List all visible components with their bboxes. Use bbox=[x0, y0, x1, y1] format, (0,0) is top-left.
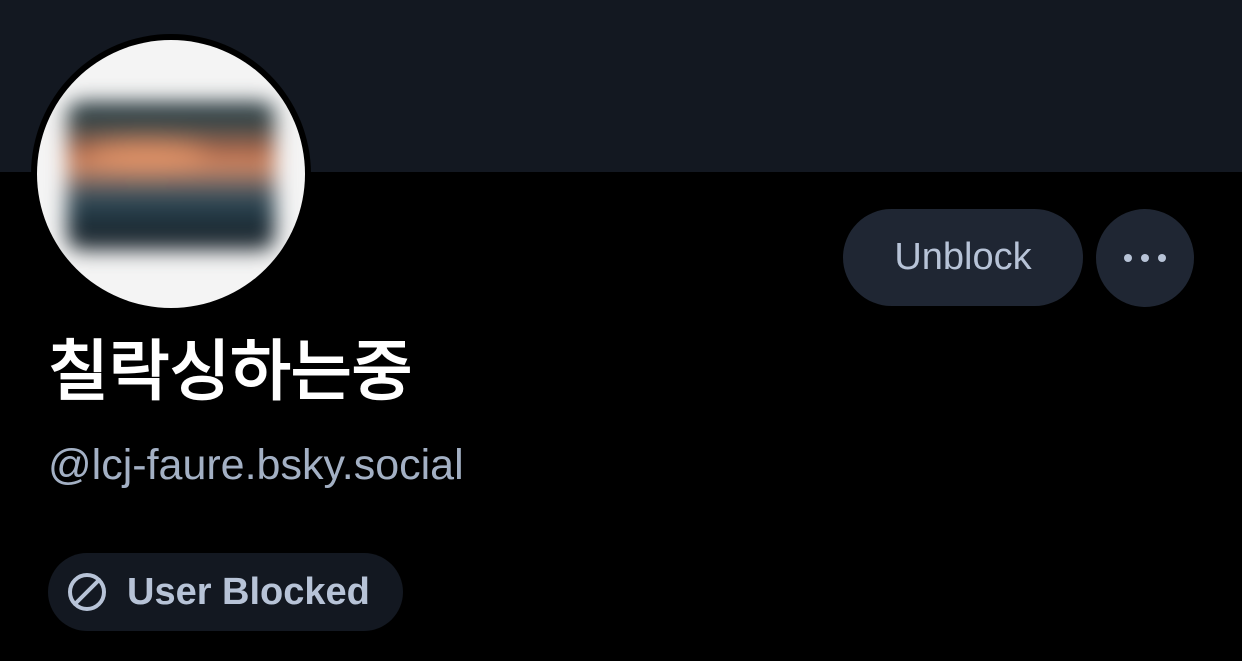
user-blocked-badge: User Blocked bbox=[48, 553, 403, 631]
unblock-button[interactable]: Unblock bbox=[843, 209, 1083, 306]
blocked-label: User Blocked bbox=[127, 570, 370, 613]
blocked-icon bbox=[66, 571, 108, 613]
ellipsis-icon bbox=[1124, 254, 1166, 262]
avatar[interactable] bbox=[37, 40, 305, 308]
avatar-blurred-image bbox=[67, 102, 275, 250]
more-options-button[interactable] bbox=[1096, 209, 1194, 307]
user-handle: @lcj-faure.bsky.social bbox=[48, 441, 464, 489]
display-name: 칠락싱하는중 bbox=[48, 333, 413, 410]
